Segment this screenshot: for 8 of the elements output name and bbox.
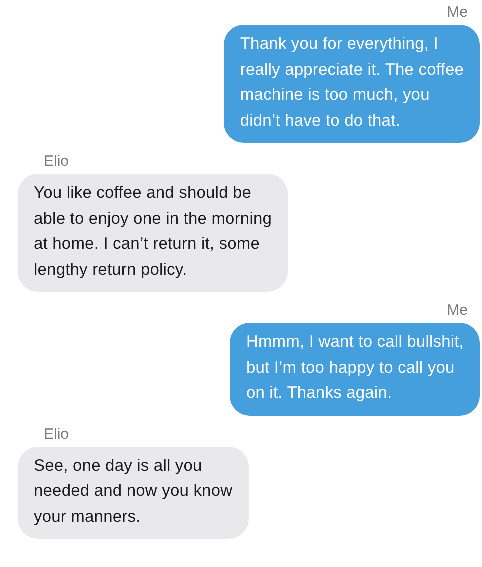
sender-name: Elio [44,153,70,171]
sent-message-bubble: Thank you for everything, I really appreciate it. The coffee machine is too much, you didn’t have to do that. [224,25,480,143]
sender-name: Elio [44,426,70,444]
sender-name: Me [447,302,468,320]
received-message-bubble: You like coffee and should be able to enjoy one in the morning at home. I can’t return it, some lengthy return policy. [18,174,288,292]
sender-name: Me [447,4,468,22]
received-message-bubble: See, one day is all you needed and now you know your manners. [18,446,249,539]
sent-message-bubble: Hmmm, I want to call bullshit, but I’m too happy to call you on it. Thanks again. [230,323,480,416]
